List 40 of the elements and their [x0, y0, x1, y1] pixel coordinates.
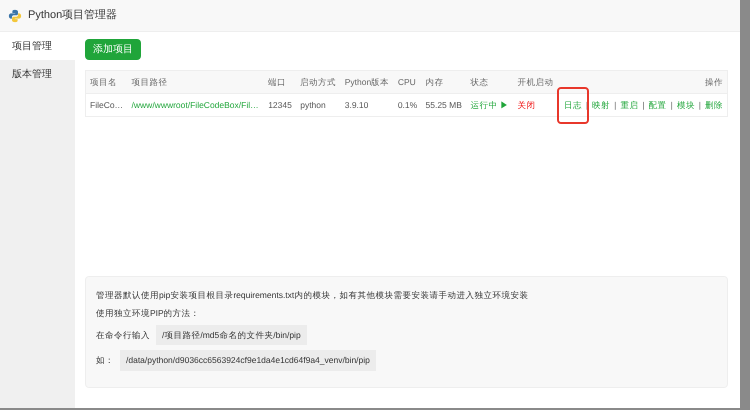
action-link[interactable]: 映射	[592, 100, 610, 110]
table-cell: 55.25 MB	[426, 100, 462, 110]
action-link[interactable]: 配置	[648, 100, 667, 110]
table-cell: FileCo…	[90, 100, 124, 110]
sidebar-item[interactable]: 项目管理	[0, 32, 75, 60]
info-text: 在命令行输入	[96, 328, 150, 342]
add-project-button[interactable]: 添加项目	[85, 39, 141, 60]
column-header: 内存	[426, 76, 444, 87]
column-header: 操作	[705, 76, 723, 87]
status-text[interactable]: 运行中 ▶	[470, 100, 509, 110]
project-path-link[interactable]: /www/wwwroot/FileCodeBox/Fil…	[132, 100, 259, 110]
action-link[interactable]: 模块	[676, 100, 695, 110]
info-text: 如：	[96, 354, 114, 367]
column-header: CPU	[398, 76, 416, 87]
code-snippet: /data/python/d9036cc6563924cf9e1da4e1cd64f9a4_venv/bin/pip	[120, 350, 376, 371]
column-header: 项目路径	[132, 76, 168, 87]
column-header: 端口	[268, 76, 286, 87]
sidebar-item[interactable]: 版本管理	[0, 60, 75, 88]
python-logo-icon	[8, 8, 22, 22]
column-header: 项目名	[90, 76, 117, 87]
table-cell: python	[300, 100, 326, 110]
autostart-toggle[interactable]: 关闭	[517, 100, 536, 110]
separator: |	[670, 98, 674, 112]
separator: |	[613, 98, 618, 112]
column-header: 状态	[470, 76, 488, 87]
code-snippet: /项目路径/md5命名的文件夹/bin/pip	[156, 324, 307, 346]
separator: |	[641, 98, 646, 112]
action-link[interactable]: 重启	[620, 100, 638, 110]
window-title: Python项目管理器	[28, 8, 118, 24]
column-header: 启动方式	[300, 76, 336, 87]
table-cell: 3.9.10	[344, 100, 368, 110]
action-link[interactable]: 日志	[564, 100, 582, 110]
table-cell: 0.1%	[398, 100, 418, 110]
table-cell: 12345	[268, 100, 292, 110]
info-text: 使用独立环境PIP的方法：	[96, 306, 201, 320]
action-link[interactable]: 删除	[705, 100, 723, 110]
column-header: 开机启动	[517, 76, 554, 87]
column-header: Python版本	[344, 76, 390, 87]
info-text: 管理器默认使用pip安装项目根目录requirements.txt内的模块，如有其他模块需要安装请手动进入独立环境安装	[96, 289, 530, 302]
separator: |	[698, 98, 702, 112]
